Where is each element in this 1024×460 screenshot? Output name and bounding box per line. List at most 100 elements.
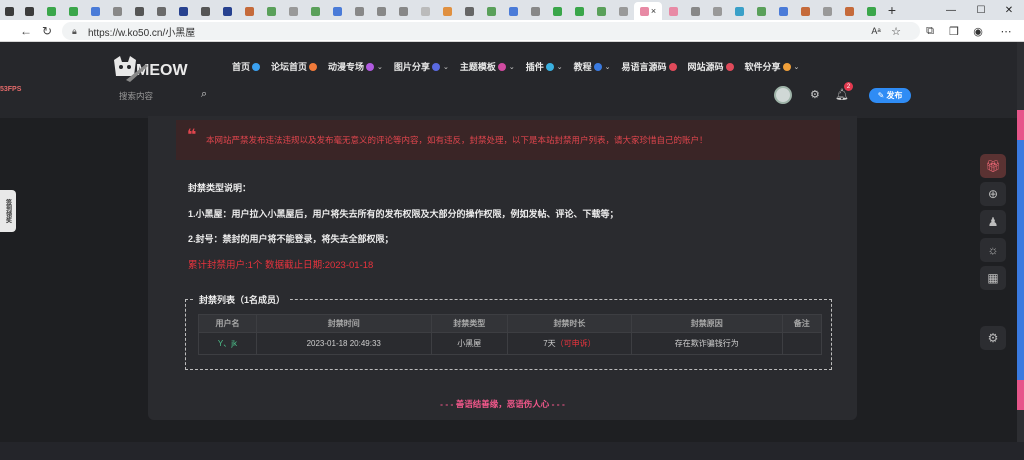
browser-tab[interactable] (502, 2, 524, 20)
fps-counter: 53FPS (0, 86, 22, 93)
footer-slogan: - - - 善语结善缘，恶语伤人心 - - - (440, 399, 565, 409)
browser-tab[interactable] (568, 2, 590, 20)
browser-tab[interactable] (816, 2, 838, 20)
collections-icon[interactable]: ⧉ (920, 21, 940, 41)
browser-tab[interactable] (40, 2, 62, 20)
profile-icon[interactable]: ◉ (968, 21, 988, 41)
nav-item[interactable]: 图片分享 ⌄ (394, 60, 449, 73)
browser-tab[interactable] (772, 2, 794, 20)
column-header: 用户名 (198, 314, 257, 333)
nav-emoji-icon (668, 62, 677, 71)
nav-item[interactable]: 动漫专场 ⌄ (328, 60, 383, 73)
qrcode-icon[interactable]: ▦ (980, 266, 1006, 290)
close-window-button[interactable]: ✕ (994, 0, 1024, 20)
settings-icon[interactable]: ⚙ (980, 326, 1006, 350)
extensions-icon[interactable]: ❒ (944, 21, 964, 41)
browser-tab[interactable] (860, 2, 882, 20)
browser-tab[interactable] (546, 2, 568, 20)
qq-icon[interactable]: ♟ (980, 210, 1006, 234)
type-2-desc: 2.封号：禁封的用户将不能登录，将失去全部权限； (188, 234, 394, 244)
browser-tab[interactable] (662, 2, 684, 20)
tab-favicon-icon (420, 6, 430, 16)
nav-item[interactable]: 论坛首页 (271, 60, 318, 73)
browser-tab[interactable] (304, 2, 326, 20)
browser-tab[interactable] (260, 2, 282, 20)
nav-item[interactable]: 首页 (232, 60, 261, 73)
browser-tab[interactable] (684, 2, 706, 20)
nav-item-label: 图片分享 (393, 62, 430, 72)
browser-tab[interactable] (750, 2, 772, 20)
publish-button[interactable]: ✎ 发布 (869, 88, 911, 103)
browser-tab[interactable] (128, 2, 150, 20)
username-cell[interactable]: Y、jk (198, 332, 257, 355)
browser-tab[interactable] (838, 2, 860, 20)
browser-tab[interactable] (18, 2, 40, 20)
plus-circle-icon[interactable]: ⊕ (980, 182, 1006, 206)
scrollbar-accent-pink (1017, 110, 1024, 140)
favorite-icon[interactable]: ☆ (886, 21, 906, 41)
browser-tab[interactable] (392, 2, 414, 20)
tab-actions-button[interactable] (0, 2, 18, 20)
avatar[interactable] (774, 86, 792, 104)
tab-favicon-icon (354, 6, 364, 16)
browser-tab[interactable] (794, 2, 816, 20)
new-tab-button[interactable]: + (884, 2, 900, 18)
tab-list: × (18, 0, 882, 20)
tab-favicon-icon (134, 6, 144, 16)
nav-item[interactable]: 网站源码 (688, 60, 734, 73)
browser-tab[interactable] (728, 2, 750, 20)
browser-tab[interactable] (106, 2, 128, 20)
checkin-tag[interactable]: 签到领奖 (0, 190, 16, 232)
browser-tab[interactable] (458, 2, 480, 20)
browser-tab[interactable] (194, 2, 216, 20)
url-field[interactable]: 🔒︎ https://w.ko50.cn/小黑屋 (62, 22, 920, 40)
browser-tab[interactable] (370, 2, 392, 20)
browser-tab[interactable] (414, 2, 436, 20)
quote-icon: ❝ (187, 127, 197, 144)
refresh-button[interactable]: ↻ (37, 21, 57, 41)
nav-item-label: 易语言源码 (621, 62, 667, 72)
browser-tab[interactable] (348, 2, 370, 20)
read-aloud-icon[interactable]: Aᵃ (866, 21, 886, 41)
browser-tab[interactable] (706, 2, 728, 20)
menu-icon[interactable]: ⋯ (996, 21, 1016, 41)
gift-icon[interactable]: 🎁︎ (980, 154, 1006, 178)
tab-favicon-icon (464, 6, 474, 16)
browser-tab-strip: × + — ☐ ✕ (0, 0, 1024, 20)
table-header-row: 用户名 封禁时间 封禁类型 封禁时长 封禁原因 备注 (198, 314, 823, 333)
browser-tab[interactable]: × (634, 2, 662, 20)
nav-item[interactable]: 插件 ⌄ (526, 60, 563, 73)
browser-tab[interactable] (524, 2, 546, 20)
browser-tab[interactable] (282, 2, 304, 20)
browser-tab[interactable] (612, 2, 634, 20)
notice-text: 本网站严禁发布违法违规以及发布毫无意义的评论等内容，如有违反，封禁处理，以下是本… (206, 135, 708, 145)
browser-tab[interactable] (150, 2, 172, 20)
tab-favicon-icon (332, 6, 342, 16)
browser-tab[interactable] (590, 2, 612, 20)
theme-icon[interactable]: ☼ (980, 238, 1006, 262)
tab-favicon-icon (800, 6, 810, 16)
minimize-button[interactable]: — (936, 0, 966, 20)
nav-item[interactable]: 教程 ⌄ (574, 60, 611, 73)
browser-tab[interactable] (480, 2, 502, 20)
browser-tab[interactable] (62, 2, 84, 20)
close-tab-icon[interactable]: × (651, 6, 656, 16)
nav-item[interactable]: 主题模板 ⌄ (460, 60, 515, 73)
browser-tab[interactable] (238, 2, 260, 20)
nav-item[interactable]: 软件分享 ⌄ (745, 60, 800, 73)
search-icon[interactable]: ⌕ (201, 88, 207, 101)
tab-favicon-icon (376, 6, 386, 16)
browser-tab[interactable] (436, 2, 458, 20)
browser-tab[interactable] (216, 2, 238, 20)
maximize-button[interactable]: ☐ (966, 0, 996, 20)
site-header: MEOW 53FPS 首页 论坛首页 动漫专场 ⌄ 图片分享 ⌄ 主题模板 ⌄ 插件 ⌄ 教程 ⌄ 易语… (0, 42, 1024, 118)
nav-item[interactable]: 易语言源码 (621, 60, 677, 73)
browser-tab[interactable] (326, 2, 348, 20)
gear-icon[interactable]: ⚙ (810, 88, 820, 101)
browser-tab[interactable] (84, 2, 106, 20)
site-logo[interactable]: MEOW (112, 54, 192, 84)
back-button[interactable]: ← (16, 21, 36, 41)
browser-tab[interactable] (172, 2, 194, 20)
ban-list-box: 封禁列表（1名成员） 用户名 封禁时间 封禁类型 封禁时长 封禁原因 备注 Y、jk 202… (185, 293, 832, 370)
nav-emoji-icon (497, 62, 506, 71)
